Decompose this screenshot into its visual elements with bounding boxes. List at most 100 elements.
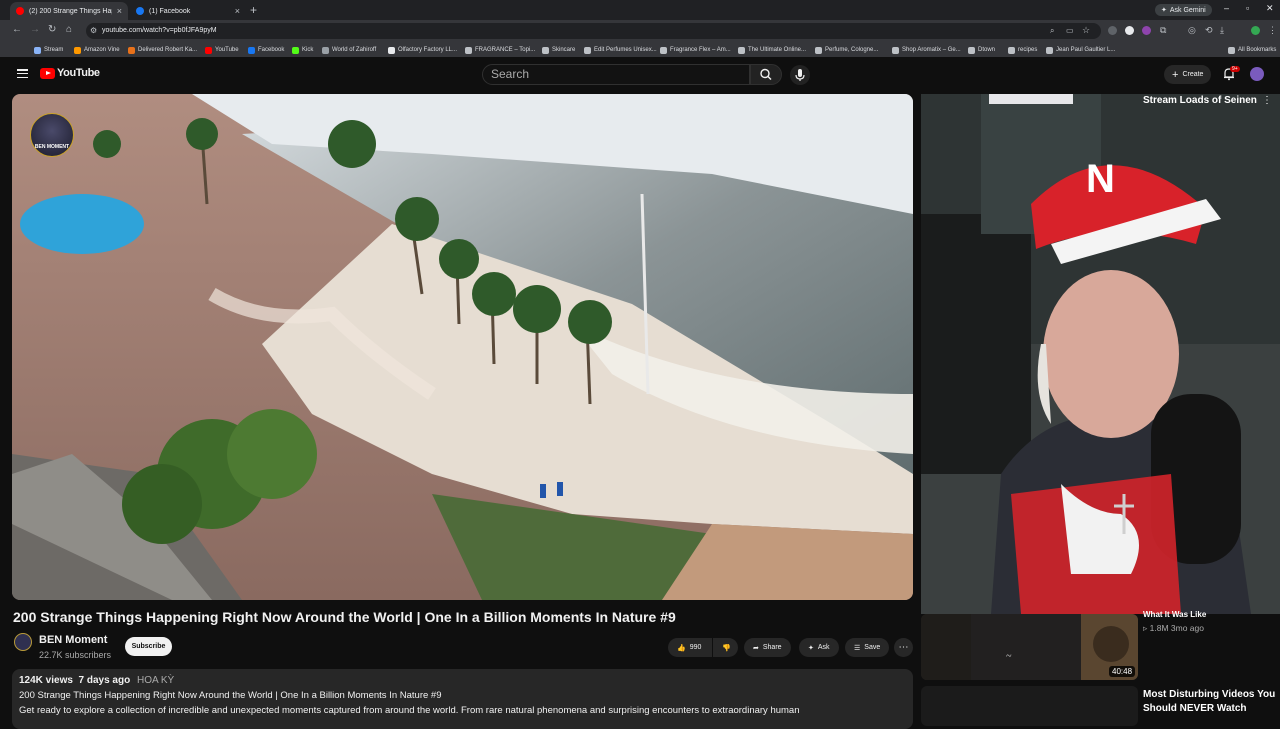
bookmark-item[interactable]: Fragrance Flex – Am... xyxy=(660,45,731,55)
browser-menu-icon[interactable]: ⋮ xyxy=(1268,25,1277,36)
voice-search-button[interactable] xyxy=(790,65,810,85)
site-icon xyxy=(542,46,549,54)
svg-text:~: ~ xyxy=(1006,651,1012,662)
suggested-video-title[interactable]: Most Disturbing Videos You Should NEVER … xyxy=(1143,688,1278,716)
folder-icon xyxy=(34,46,41,54)
forward-icon[interactable]: → xyxy=(30,24,40,35)
bookmark-item[interactable]: Amazon Vine xyxy=(74,45,120,55)
bookmark-item[interactable]: recipes xyxy=(1008,45,1037,55)
account-avatar[interactable] xyxy=(1250,67,1264,81)
site-icon xyxy=(388,46,395,54)
zoom-icon[interactable]: ⌕ xyxy=(1050,26,1054,36)
bookmark-item[interactable]: The Ultimate Online... xyxy=(738,45,806,55)
tab-facebook[interactable]: (1) Facebook × xyxy=(130,2,246,20)
close-tab-icon[interactable]: × xyxy=(235,6,240,16)
streamer-image: N xyxy=(921,94,1280,614)
like-button[interactable]: 👍 990 xyxy=(668,638,712,657)
close-tab-icon[interactable]: × xyxy=(117,6,122,16)
bookmark-item[interactable]: Stream xyxy=(34,45,63,55)
profile-avatar[interactable] xyxy=(1251,26,1260,35)
video-player[interactable] xyxy=(12,94,913,600)
bookmark-item[interactable]: World of Zahiroff xyxy=(322,45,376,55)
description-line: 200 Strange Things Happening Right Now A… xyxy=(19,690,442,701)
site-icon xyxy=(738,46,745,54)
all-bookmarks-button[interactable]: All Bookmarks xyxy=(1228,45,1276,55)
save-playlist-icon: ☰ xyxy=(854,644,861,652)
share-icon: ➦ xyxy=(753,644,759,652)
kick-icon xyxy=(292,46,299,54)
description-line: Get ready to explore a collection of inc… xyxy=(19,705,800,716)
more-options-icon[interactable]: ⋮ xyxy=(1262,95,1272,106)
extension-icon[interactable] xyxy=(1142,26,1151,35)
bookmark-item[interactable]: YouTube xyxy=(205,45,239,55)
folder-icon xyxy=(968,46,975,54)
ask-gemini-button[interactable]: ✦ Ask Gemini xyxy=(1155,4,1212,16)
bookmark-item[interactable]: Olfactory Factory LL... xyxy=(388,45,457,55)
dislike-button[interactable]: 👎 xyxy=(713,638,738,657)
bookmark-item[interactable]: Delivered Robert Ka... xyxy=(128,45,197,55)
suggested-video-meta: ▹ 1.8M 3mo ago xyxy=(1143,623,1204,633)
extension-icon[interactable] xyxy=(1108,26,1117,35)
site-info-icon[interactable]: ⚙ xyxy=(90,26,97,35)
bookmark-item[interactable]: Kick xyxy=(292,45,313,55)
channel-avatar[interactable] xyxy=(14,633,32,651)
video-location: HOA KỲ xyxy=(136,675,175,686)
share-button[interactable]: ➦ Share xyxy=(744,638,791,657)
bookmark-item[interactable]: Skincare xyxy=(542,45,575,55)
home-icon[interactable]: ⌂ xyxy=(66,24,72,35)
reload-icon[interactable]: ↻ xyxy=(48,24,56,35)
search-button[interactable] xyxy=(750,64,782,85)
bookmark-item[interactable]: Edit Perfumes Unisex... xyxy=(584,45,657,55)
minimize-icon[interactable]: – xyxy=(1224,3,1229,13)
more-actions-icon[interactable]: ⋯ xyxy=(894,638,913,657)
facebook-favicon-icon xyxy=(136,7,144,15)
ask-button[interactable]: ✦ Ask xyxy=(799,638,839,657)
extensions-puzzle-icon[interactable]: ⧉ xyxy=(1160,25,1166,36)
bookmark-item[interactable]: Dtown xyxy=(968,45,995,55)
bookmark-item[interactable]: Shop Aromatix – Ge... xyxy=(892,45,961,55)
suggested-video-title[interactable]: Stream Loads of Seinen xyxy=(1143,95,1257,106)
create-button[interactable]: + Create xyxy=(1164,65,1212,84)
folder-icon xyxy=(1228,46,1235,54)
shorts-indicator-icon: ▹ xyxy=(1143,623,1148,633)
search-input[interactable] xyxy=(483,65,749,83)
channel-name[interactable]: BEN Moment xyxy=(39,634,107,646)
microphone-icon xyxy=(795,69,805,81)
suggested-video-title[interactable]: What It Was Like xyxy=(1143,610,1206,619)
site-icon xyxy=(892,46,899,54)
bookmark-item[interactable]: Jean Paul Gaultier L... xyxy=(1046,45,1115,55)
back-icon[interactable]: ← xyxy=(12,24,22,35)
upload-age: 7 days ago xyxy=(78,675,131,686)
save-button[interactable]: ☰ Save xyxy=(845,638,890,657)
site-icon xyxy=(584,46,591,54)
site-icon xyxy=(1046,46,1053,54)
youtube-logo-icon[interactable] xyxy=(40,68,55,79)
tab-youtube[interactable]: (2) 200 Strange Things Happen × xyxy=(10,2,128,20)
close-window-icon[interactable]: ✕ xyxy=(1266,3,1274,14)
youtube-favicon-icon xyxy=(16,7,24,15)
channel-watermark-logo[interactable]: BEN MOMENT xyxy=(30,113,74,157)
cap-logo-icon: N xyxy=(1086,157,1115,201)
tab-search-icon[interactable]: ◎ xyxy=(1188,25,1196,36)
address-bar[interactable] xyxy=(86,23,1101,39)
download-icon[interactable]: ⤓ xyxy=(1220,25,1224,36)
youtube-logo-text[interactable]: YouTube xyxy=(57,67,100,79)
amazon-icon xyxy=(128,46,135,54)
search-box[interactable] xyxy=(482,64,750,85)
bookmark-item[interactable]: FRAGRANCE – Topi... xyxy=(465,45,535,55)
suggested-video-thumbnail[interactable]: ~ xyxy=(921,614,1138,680)
extension-icon[interactable] xyxy=(1125,26,1134,35)
history-icon[interactable]: ⟲ xyxy=(1205,25,1213,36)
video-stats: 124K views 7 days ago HOA KỲ xyxy=(19,675,174,686)
maximize-icon[interactable]: ▫ xyxy=(1246,3,1249,13)
url-text[interactable]: youtube.com/watch?v=pb0fJFA9pyM xyxy=(102,27,217,34)
menu-hamburger-icon[interactable] xyxy=(17,69,28,78)
bookmark-item[interactable]: Perfume, Cologne... xyxy=(815,45,878,55)
bookmark-star-icon[interactable]: ☆ xyxy=(1082,25,1090,36)
amazon-icon xyxy=(74,46,81,54)
cast-icon[interactable]: ▭ xyxy=(1066,26,1074,35)
subscribe-button[interactable]: Subscribe xyxy=(125,637,172,656)
bookmark-item[interactable]: Facebook xyxy=(248,45,284,55)
suggested-video-thumbnail[interactable] xyxy=(921,686,1138,726)
new-tab-icon[interactable]: + xyxy=(250,3,257,17)
